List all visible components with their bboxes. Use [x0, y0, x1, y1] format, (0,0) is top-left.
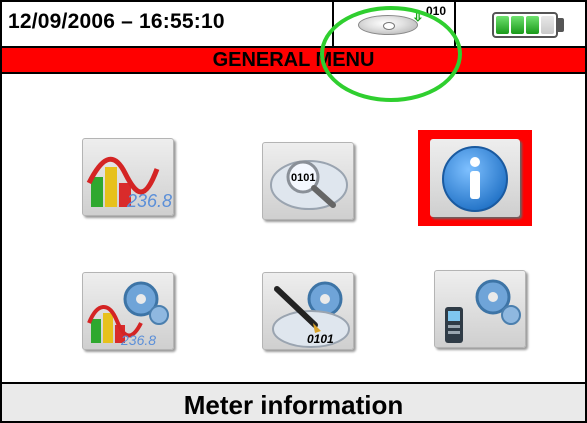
- data-search-icon: 0101: [270, 160, 348, 210]
- svg-text:0101: 0101: [307, 332, 334, 346]
- menu-title: GENERAL MENU: [2, 46, 585, 74]
- meter-gear-icon: [445, 279, 521, 343]
- menu-item-general-settings[interactable]: [434, 270, 526, 348]
- battery-tip: [558, 18, 564, 32]
- info-icon: [442, 146, 508, 212]
- datetime-display: 12/09/2006 – 16:55:10: [8, 10, 225, 33]
- menu-item-recordings[interactable]: 0101: [262, 142, 354, 220]
- selected-item-label: Meter information: [2, 382, 585, 421]
- menu-item-meter-information-tile: [430, 139, 520, 217]
- svg-text:0101: 0101: [291, 172, 315, 184]
- chart-measurement-icon: 236.8: [86, 156, 172, 211]
- battery-cell-empty: [541, 16, 554, 34]
- menu-item-recording-settings[interactable]: 0101: [262, 272, 354, 350]
- menu-item-meter-information[interactable]: [418, 130, 532, 226]
- menu-item-measurements[interactable]: 236.8: [82, 138, 174, 216]
- battery-cell: [496, 16, 509, 34]
- svg-text:236.8: 236.8: [126, 191, 172, 211]
- chart-gear-icon: 236.8: [87, 281, 169, 348]
- meter-screen: 12/09/2006 – 16:55:10 ⇩ 010 GENERAL MENU…: [0, 0, 587, 423]
- battery-cell: [526, 16, 539, 34]
- svg-text:236.8: 236.8: [120, 332, 156, 348]
- pen-gear-icon: 0101: [272, 281, 350, 348]
- battery-cell: [511, 16, 524, 34]
- menu-item-analyzer-settings[interactable]: 236.8: [82, 272, 174, 350]
- highlight-ring-annotation: [320, 6, 462, 102]
- battery-icon: [492, 12, 558, 38]
